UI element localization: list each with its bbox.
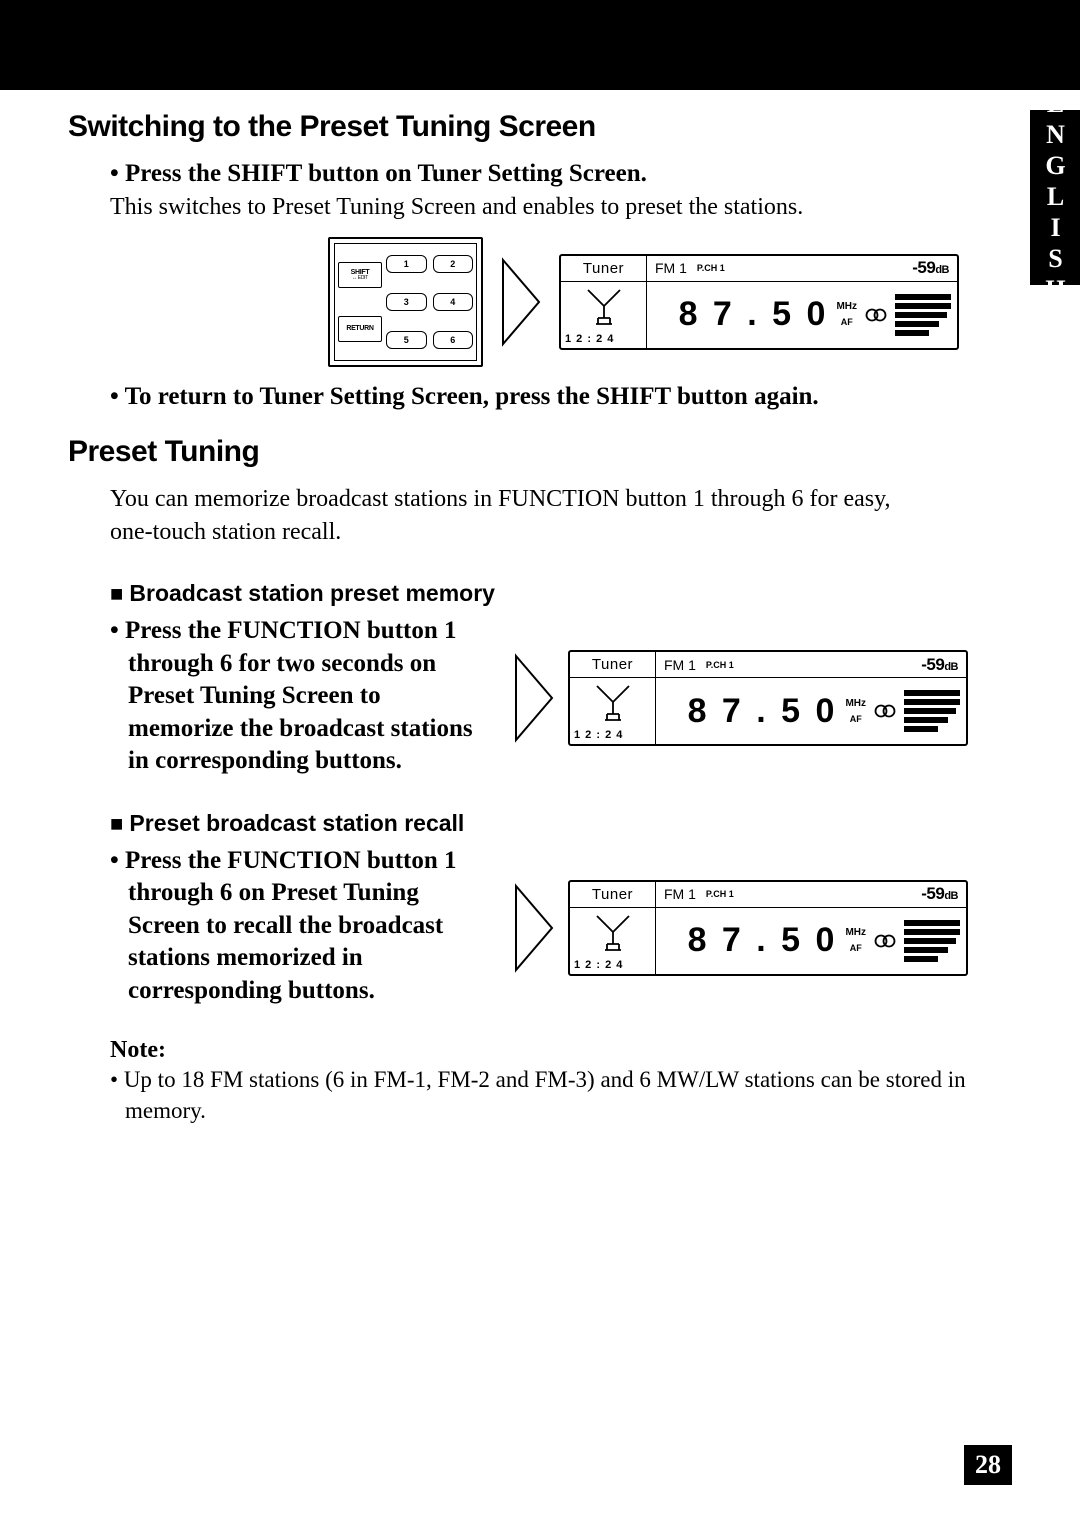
instruction-press-shift: Press the SHIFT button on Tuner Setting … [110,158,968,191]
lcd-band-2: FM 1 [664,657,696,673]
row-memory: Press the FUNCTION button 1 through 6 fo… [110,615,968,778]
remote-side-buttons: SHIFT ↔ EDIT RETURN [338,247,382,357]
shift-button: SHIFT ↔ EDIT [338,262,382,288]
stereo-icon [865,308,887,322]
language-label: ENGLISH [1040,89,1070,306]
num-btn-4: 4 [433,293,474,311]
lcd-db-2: -59dB [921,655,958,675]
lcd-time-3: 1 2 : 2 4 [570,956,655,974]
af-label-2: AF [850,715,862,724]
note-label: Note: [110,1037,968,1064]
lcd-db-3: -59dB [921,884,958,904]
antenna-icon-2 [570,678,655,726]
mhz-label: MHz [836,302,857,312]
lcd-db-unit-2: dB [944,661,958,673]
return-button: RETURN [338,316,382,342]
lcd-band-3: FM 1 [664,886,696,902]
figure-row-1: SHIFT ↔ EDIT RETURN 1 2 3 [328,237,968,367]
lcd-screen-3: Tuner 1 2 : 2 4 FM 1 P.CH 1 -59dB [568,880,968,976]
lcd-db-unit: dB [935,264,949,276]
subsection-recall: Preset broadcast station recall [110,810,968,837]
lcd-pch-2: P.CH 1 [706,660,734,670]
row-recall: Press the FUNCTION button 1 through 6 on… [110,845,968,1008]
eq-bars-icon [895,294,951,336]
lcd-db-val-3: -59 [921,884,944,903]
arrow-icon-2 [514,648,554,748]
subsection-memory: Broadcast station preset memory [110,580,968,607]
af-label-3: AF [850,944,862,953]
num-btn-2: 2 [433,255,474,273]
instruction-press-shift-again: To return to Tuner Setting Screen, press… [110,381,968,414]
lcd-time: 1 2 : 2 4 [561,330,646,348]
num-btn-1: 1 [386,255,427,273]
num-btn-5: 5 [386,331,427,349]
lcd-frequency-3: 8 7 . 5 0 [688,921,838,960]
freq-unit-3: MHz AF [845,928,866,953]
section-title-switching: Switching to the Preset Tuning Screen [68,110,968,144]
section-title-preset-tuning: Preset Tuning [68,435,968,469]
return-label: RETURN [346,325,373,332]
lcd-pch: P.CH 1 [697,263,725,273]
lcd-db-unit-3: dB [944,890,958,902]
freq-unit: MHz AF [836,302,857,327]
lcd-pch-3: P.CH 1 [706,889,734,899]
header-black-bar [0,0,1080,90]
num-btn-3: 3 [386,293,427,311]
lcd-band: FM 1 [655,260,687,276]
instruction-body-1: This switches to Preset Tuning Screen an… [110,191,968,223]
lcd-frequency: 8 7 . 5 0 [679,295,829,334]
shift-sub: ↔ EDIT [352,276,368,281]
arrow-icon-3 [514,878,554,978]
lcd-screen-2: Tuner 1 2 : 2 4 FM 1 P.CH 1 -59dB [568,650,968,746]
memory-instruction: Press the FUNCTION button 1 through 6 fo… [110,615,474,778]
lcd-mode: Tuner [561,256,646,282]
lcd-db: -59dB [912,258,949,278]
lcd-db-val: -59 [912,258,935,277]
mhz-label-2: MHz [845,699,866,709]
freq-unit-2: MHz AF [845,699,866,724]
af-label: AF [841,318,853,327]
arrow-icon [501,252,541,352]
lcd-frequency-2: 8 7 . 5 0 [688,692,838,731]
stereo-icon-2 [874,704,896,718]
note-item-1: Up to 18 FM stations (6 in FM-1, FM-2 an… [110,1064,968,1126]
lcd-screen-1: Tuner 1 2 : 2 4 FM 1 P.CH 1 -59dB 8 7 . … [559,254,959,350]
num-btn-6: 6 [433,331,474,349]
eq-bars-icon-3 [904,920,960,962]
language-tab: ENGLISH [1030,110,1080,285]
remote-panel: SHIFT ↔ EDIT RETURN 1 2 3 [328,237,483,367]
lcd-mode-2: Tuner [570,652,655,678]
lcd-mode-3: Tuner [570,882,655,908]
page-content: Switching to the Preset Tuning Screen Pr… [68,110,968,1126]
lcd-db-val-2: -59 [921,655,944,674]
remote-num-buttons: 1 2 3 4 5 6 [386,247,473,357]
mhz-label-3: MHz [845,928,866,938]
eq-bars-icon-2 [904,690,960,732]
recall-instruction: Press the FUNCTION button 1 through 6 on… [110,845,474,1008]
manual-page: ENGLISH Switching to the Preset Tuning S… [0,0,1080,1533]
antenna-icon-3 [570,908,655,956]
preset-tuning-intro: You can memorize broadcast stations in F… [110,483,930,548]
lcd-time-2: 1 2 : 2 4 [570,726,655,744]
stereo-icon-3 [874,934,896,948]
antenna-icon [561,282,646,330]
page-number: 28 [964,1445,1012,1485]
